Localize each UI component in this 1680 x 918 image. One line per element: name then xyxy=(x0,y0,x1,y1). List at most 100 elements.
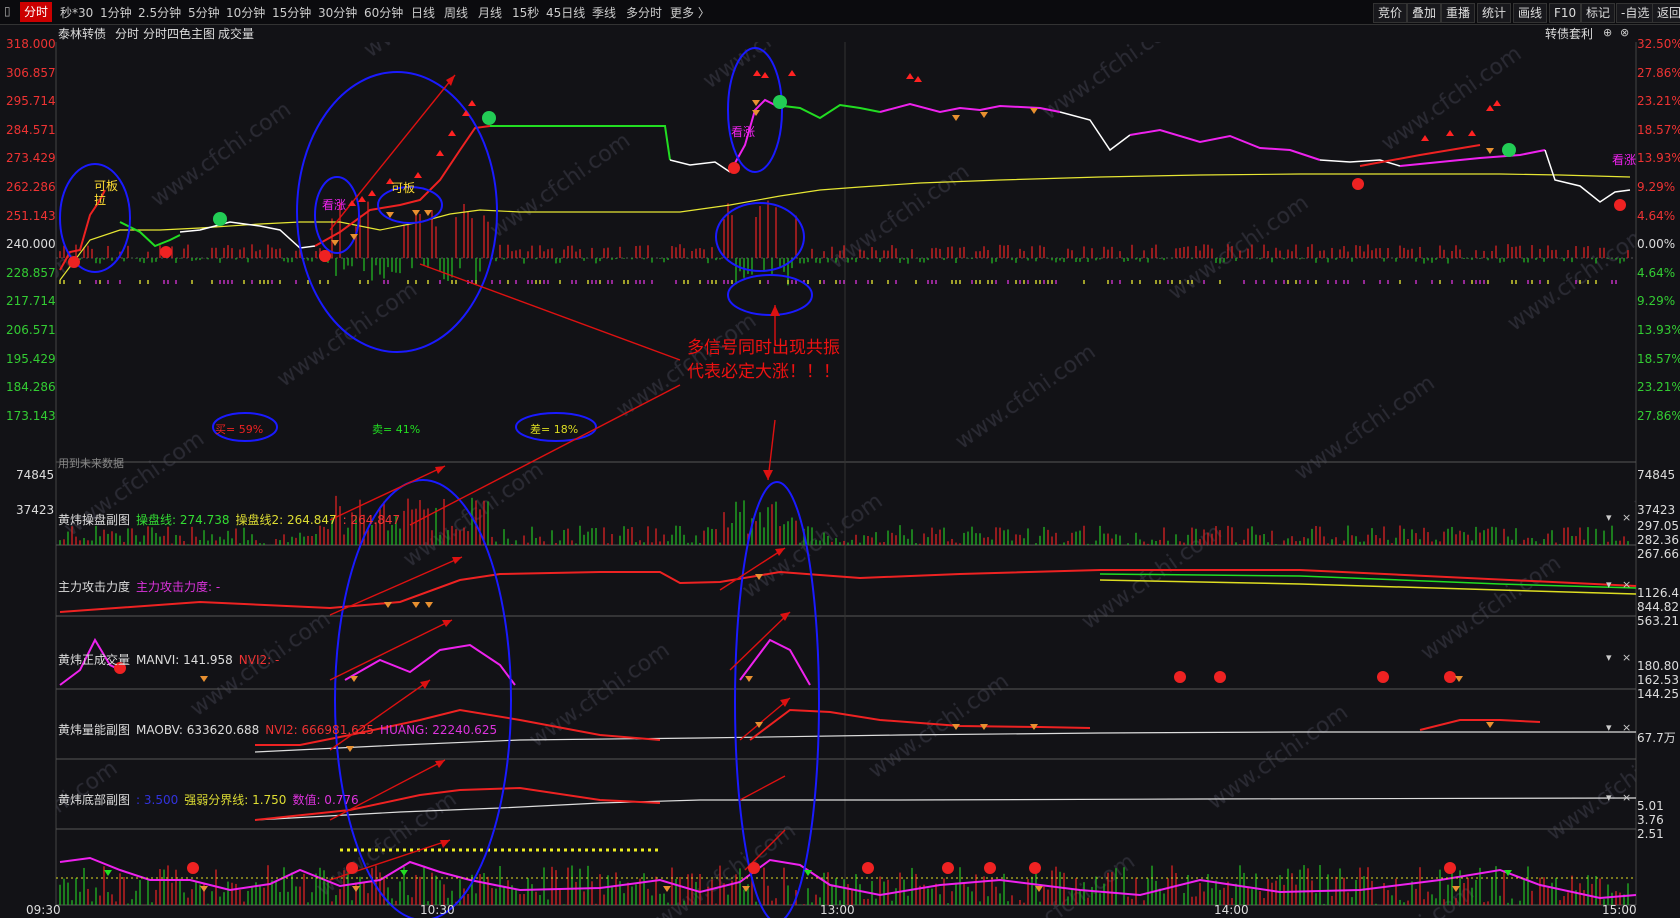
panel-name: 黄炜底部副图 xyxy=(58,793,131,807)
auction-button[interactable]: 竞价 xyxy=(1373,3,1408,23)
panel-axis-label: 5.01 xyxy=(1637,799,1664,813)
future-data-note: 用到未来数据 xyxy=(58,457,124,470)
tab-5min[interactable]: 5分钟 xyxy=(188,4,220,21)
price-tick-label: 318.000 xyxy=(6,37,56,51)
panel-axis-label: 844.82 xyxy=(1637,600,1679,614)
percent-tick-label: 9.29% xyxy=(1637,180,1676,194)
stats-button[interactable]: 统计 xyxy=(1477,3,1512,23)
panel-close-icon[interactable]: × xyxy=(1622,578,1631,591)
overlay-button[interactable]: 叠加 xyxy=(1407,3,1442,23)
percent-tick-label: 23.21% xyxy=(1637,380,1680,395)
price-tick-label: 295.714 xyxy=(6,94,56,109)
tab-more[interactable]: 更多 〉 xyxy=(670,4,710,21)
panel-close-icon[interactable]: × xyxy=(1622,651,1631,664)
percent-tick-label: 4.64% xyxy=(1637,208,1676,223)
panel-indicator-value: MANVI: 141.958 xyxy=(136,653,233,667)
tab-season[interactable]: 季线 xyxy=(592,4,616,21)
annotation-line-1: 多信号同时出现共振 xyxy=(687,338,840,358)
annotation-line-2: 代表必定大涨！！！ xyxy=(687,362,840,382)
tab-1min[interactable]: 1分钟 xyxy=(100,4,132,21)
bullish-signal: 看涨 xyxy=(1612,153,1637,167)
price-tick-label: 228.857 xyxy=(6,265,56,280)
tab-60min[interactable]: 60分钟 xyxy=(364,4,403,21)
volume-axis-label-right: 74845 xyxy=(1637,468,1676,482)
panel-indicator-value: 操盘线: 274.738 xyxy=(136,513,230,527)
tab-15min[interactable]: 15分钟 xyxy=(272,4,311,21)
panel-close-icon[interactable]: × xyxy=(1622,791,1631,804)
panel-axis-label: 180.80 xyxy=(1637,659,1679,673)
price-tick-label: 184.286 xyxy=(6,380,56,395)
tab-week[interactable]: 周线 xyxy=(444,4,468,21)
tab-2-5min[interactable]: 2.5分钟 xyxy=(138,4,181,21)
percent-tick-label: 13.93% xyxy=(1637,323,1680,337)
sell-ratio: 卖= 41% xyxy=(372,423,421,436)
watchlist-button[interactable]: -自选 xyxy=(1616,3,1655,23)
panel-header: 黄炜操盘副图 操盘线: 274.738 操盘线2: 264.847: 264.847 xyxy=(58,511,400,528)
panel-axis-label: 2.51 xyxy=(1637,827,1664,841)
mode-label: 分时 xyxy=(115,27,140,41)
panel-axis-label: 67.7万 xyxy=(1637,731,1676,745)
tab-sec30[interactable]: 秒*30 xyxy=(60,4,93,21)
panel-name: 主力攻击力度 xyxy=(58,580,131,594)
tab-multi[interactable]: 多分时 xyxy=(626,4,662,21)
percent-tick-label: 18.57% xyxy=(1637,122,1680,137)
panel-axis-label: 3.76 xyxy=(1637,813,1664,827)
panel-close-icon[interactable]: × xyxy=(1622,511,1631,524)
replay-button[interactable]: 重播 xyxy=(1441,3,1476,23)
volume-label: 成交量 xyxy=(218,27,255,41)
tab-day[interactable]: 日线 xyxy=(411,4,435,21)
percent-tick-label: 0.00% xyxy=(1637,237,1676,252)
panel-indicator-value: 数值: 0.776 xyxy=(292,793,359,807)
volume-axis-label: 74845 xyxy=(16,468,55,482)
panel-axis-label: 267.66 xyxy=(1637,547,1679,561)
panel-axis-label: 1126.43 xyxy=(1637,586,1680,600)
panel-menu-icon[interactable]: ▾ xyxy=(1606,651,1612,664)
percent-tick-label: 13.93% xyxy=(1637,151,1680,166)
expand-icon[interactable]: ⊕ xyxy=(1603,26,1612,39)
panel-axis-label: 162.53 xyxy=(1637,673,1679,687)
panel-header: 黄炜正成交量 MANVI: 141.958 NVI2: - xyxy=(58,651,279,668)
chart-area[interactable]: www.cfchi.com xyxy=(0,25,1680,918)
panel-axis-label: 297.05 xyxy=(1637,519,1679,533)
volume-axis-label: 37423 xyxy=(16,503,55,517)
panel-close-icon[interactable]: × xyxy=(1622,721,1631,734)
panel-header: 主力攻击力度 主力攻击力度: - xyxy=(58,578,220,595)
menu-icon[interactable]: ▯ xyxy=(4,4,11,18)
watermark-pattern xyxy=(56,42,1636,918)
bond-arbitrage-label[interactable]: 转债套利 xyxy=(1545,25,1593,42)
panel-menu-icon[interactable]: ▾ xyxy=(1606,578,1612,591)
percent-tick-label: 18.57% xyxy=(1637,351,1680,366)
tab-month[interactable]: 月线 xyxy=(478,4,502,21)
tab-15sec[interactable]: 15秒 xyxy=(512,4,539,21)
mark-button[interactable]: 标记 xyxy=(1581,3,1616,23)
panel-indicator-value: NVI2: 666981.625 xyxy=(265,723,375,737)
panel-indicator-value: NVI2: - xyxy=(238,653,280,667)
panel-menu-icon[interactable]: ▾ xyxy=(1606,721,1612,734)
price-tick-label: 240.000 xyxy=(6,237,56,252)
panel-header: 黄炜量能副图 MAOBV: 633620.688 NVI2: 666981.625 H… xyxy=(58,721,497,738)
tab-fenshi[interactable]: 分时 xyxy=(20,2,53,22)
price-tick-label: 273.429 xyxy=(6,151,56,166)
panel-menu-icon[interactable]: ▾ xyxy=(1606,511,1612,524)
panel-name: 黄炜正成交量 xyxy=(58,653,131,667)
tab-30min[interactable]: 30分钟 xyxy=(318,4,357,21)
price-tick-label: 262.286 xyxy=(6,180,56,194)
f10-button[interactable]: F10 xyxy=(1549,3,1582,23)
percent-tick-label: 9.29% xyxy=(1637,294,1676,309)
tab-10min[interactable]: 10分钟 xyxy=(226,4,265,21)
close-icon[interactable]: ⊗ xyxy=(1620,26,1629,39)
stock-name: 泰林转债 xyxy=(58,27,107,41)
intraday-chart-canvas: www.cfchi.com xyxy=(55,42,1637,918)
back-button[interactable]: 返回 xyxy=(1652,3,1680,23)
percent-tick-label: 27.86% xyxy=(1637,65,1680,80)
price-tick-label: 206.571 xyxy=(6,323,56,337)
panel-indicator-value: 操盘线2: 264.847 xyxy=(235,513,337,527)
tab-45day[interactable]: 45日线 xyxy=(546,4,585,21)
volume-axis-label-right: 37423 xyxy=(1637,503,1676,517)
price-tick-label: 173.143 xyxy=(6,408,56,423)
draw-button[interactable]: 画线 xyxy=(1513,3,1548,23)
panel-menu-icon[interactable]: ▾ xyxy=(1606,791,1612,804)
price-tick-label: 195.429 xyxy=(6,351,56,366)
period-toolbar: ▯ 分时 秒*30 1分钟 2.5分钟 5分钟 10分钟 15分钟 30分钟 6… xyxy=(0,0,1680,25)
time-label: 14:00 xyxy=(1214,903,1249,917)
